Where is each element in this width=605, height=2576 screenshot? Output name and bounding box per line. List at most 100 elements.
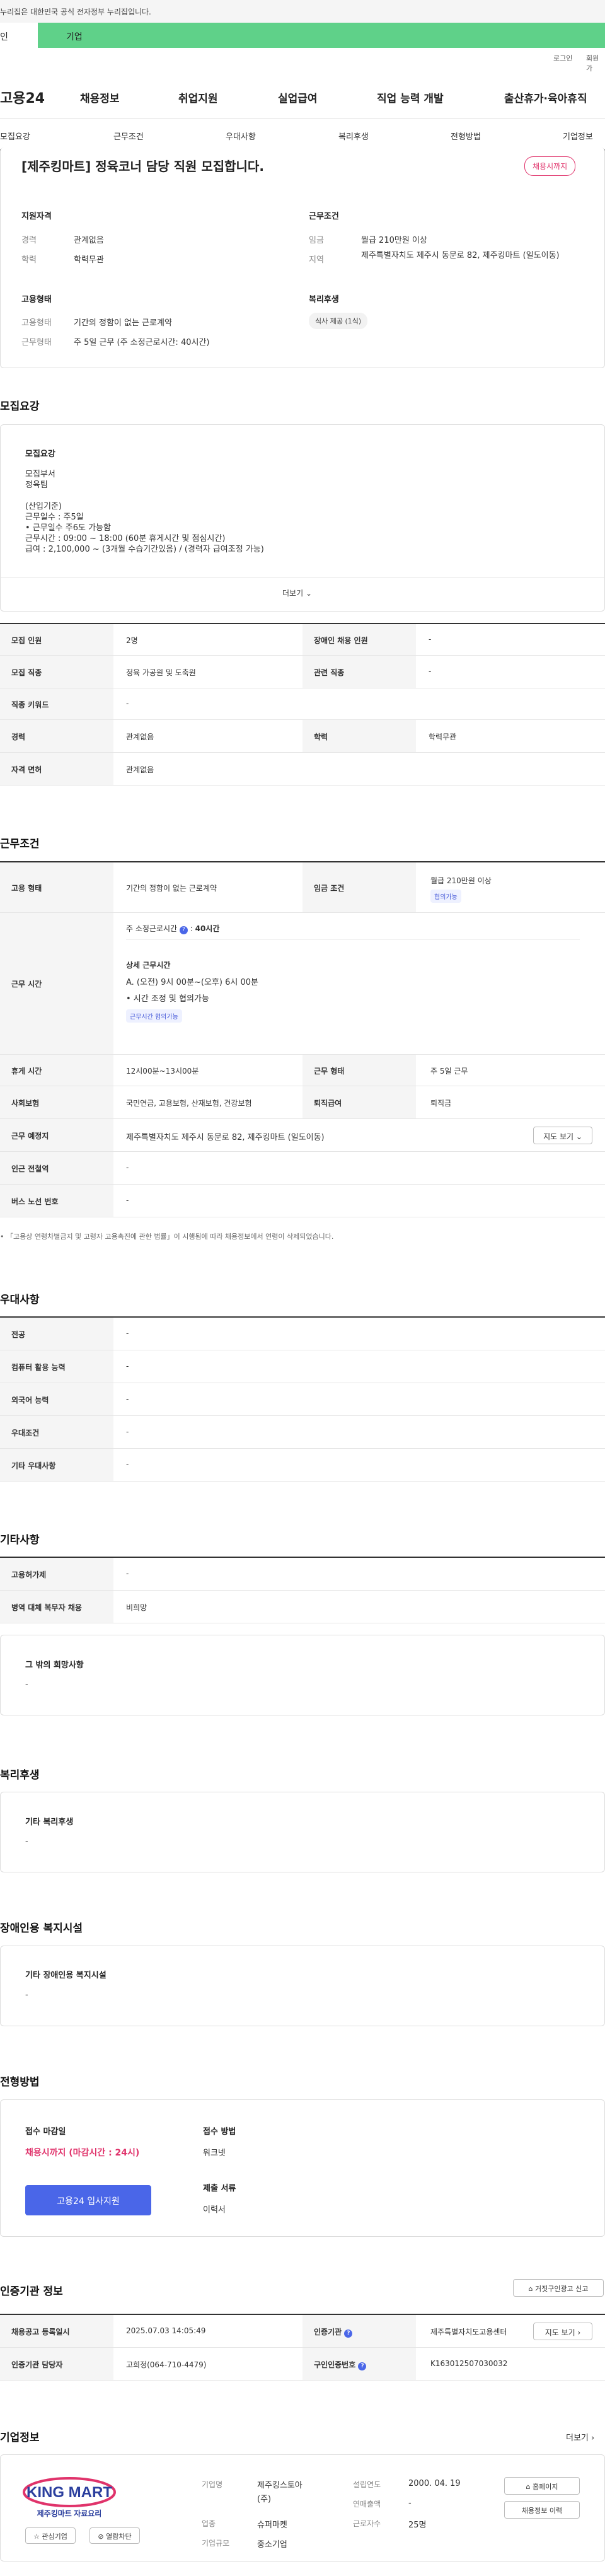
gov-notice-text: 누리집은 대한민국 공식 전자정부 누리집입니다. [0,8,151,16]
cond-heading: 근무조건 [309,212,339,221]
disabled-count-value: - [429,635,432,644]
snb-workcond[interactable]: 근무조건 [113,130,144,142]
chevron-right-icon: › [577,2328,581,2337]
login-link[interactable]: 로그인 [553,53,572,63]
gnb-item-job-info[interactable]: 채용정보 [80,90,120,105]
workplace-value: 제주특별자치도 제주시 동문로 82, 제주킹마트 (일도이동) [126,1133,325,1142]
homepage-button[interactable]: ⌂ 홈페이지 [504,2477,580,2495]
star-icon: ☆ [33,2532,40,2541]
company-more-link[interactable]: 더보기 › [566,2431,594,2443]
emp-form-label: 고용 형태 [0,862,113,912]
workplace-map-button[interactable]: 지도 보기 ⌄ [533,1127,592,1144]
info-icon[interactable]: ? [344,2329,353,2338]
etc-heading: 기타사항 [0,1534,40,1546]
workcond-heading: 근무조건 [0,838,40,850]
job-history-button[interactable]: 채용정보 이력 [504,2501,580,2519]
reg-date-label: 채용공고 등록일시 [0,2315,113,2347]
king-mart-logo-icon: KING MART 제주킹마트 자료요리 [23,2477,116,2518]
related-category-value: - [429,667,432,676]
sales-label: 연매출액 [353,2500,381,2509]
duty-line: 정육팀 [25,480,48,490]
language-label: 외국어 능력 [0,1383,113,1415]
block-company-button[interactable]: ⊘ 열람차단 [89,2527,140,2544]
welfare-chip: 식사 제공 (1식) [309,313,368,329]
edu-value: 학력무관 [74,255,104,265]
method-heading: 접수 방법 [203,2127,236,2137]
info-icon[interactable]: ? [358,2362,367,2370]
recruit-count-value: 2명 [126,636,138,645]
company-heading: 기업정보 [0,2432,40,2444]
related-category-label: 관련 직종 [302,656,416,688]
site-logo[interactable]: 고용24 [0,87,45,107]
pref-cond-value: - [126,1427,129,1436]
gnb-item-employment-support[interactable]: 취업지원 [178,90,218,105]
rest-value: 12시00분~13시00분 [126,1067,199,1076]
welfare-card [0,1792,605,1872]
job-title: [제주킹마트] 정육코너 담당 직원 모집합니다. [21,159,264,174]
home-icon: ⌂ [526,2483,531,2491]
snb-preference[interactable]: 우대사항 [226,130,256,142]
emp-heading: 고용형태 [21,295,52,305]
edu-row-label: 학력 [302,720,416,752]
cert-num-label: 구인인증번호 ? [302,2348,416,2380]
time-detail-line2: • 시간 조정 및 협의가능 [126,994,209,1004]
time-negotiable-chip: 근무시간 협의가능 [126,1009,182,1023]
info-icon[interactable]: ? [179,926,188,934]
duty-more-button[interactable]: 더보기 ⌄ [282,588,312,598]
qual-heading: 지원자격 [21,212,52,221]
pref-heading: 우대사항 [0,1294,40,1306]
report-button[interactable]: ⌂ 거짓구인광고 신고 [513,2279,604,2297]
company-logo: KING MART 제주킹마트 자료요리 [19,2474,120,2520]
snb-screening[interactable]: 전형방법 [451,130,481,142]
duty-more-label: 더보기 [282,589,304,598]
reg-date-value: 2025.07.03 14:05:49 [126,2326,206,2335]
welfare-heading: 복리후생 [309,295,339,305]
workform-label: 근무 형태 [302,1055,416,1086]
keyword-value: - [126,699,129,708]
favorite-company-button[interactable]: ☆ 관심기업 [25,2527,76,2544]
insurance-label: 사회보험 [0,1086,113,1118]
gnb-item-vocational-training[interactable]: 직업 능력 개발 [377,90,444,105]
company-name-value: 제주킹스토아(주) [257,2481,302,2504]
snb-company[interactable]: 기업정보 [563,130,593,142]
career-row-value: 관계없음 [126,733,154,741]
staff-value: 25명 [408,2521,427,2530]
keyword-label: 직종 키워드 [0,688,113,719]
time-divider [126,939,580,940]
chevron-down-icon: ⌄ [305,589,313,598]
snb-recruit[interactable]: 모집요강 [0,130,30,142]
career-value: 관계없음 [74,236,104,245]
duty-line [25,490,264,501]
workform-value: 주 5일 근무 [430,1067,468,1076]
region-label: 지역 [309,255,324,265]
gnb-item-parental-leave[interactable]: 출산휴가·육아휴직 [504,90,587,105]
tab-enterprise-label: 기업 [66,32,83,42]
subway-label: 인근 전철역 [0,1152,113,1184]
disab-box-heading: 기타 장애인용 복지시설 [25,1971,107,1980]
permit-label: 고용허가제 [0,1558,113,1590]
computer-skill-value: - [126,1362,129,1371]
career-row-label: 경력 [0,720,113,752]
join-link[interactable]: 회원가 [586,53,605,73]
logo-sub-text: 제주킹마트 자료요리 [37,2509,102,2518]
duty-line: 근무일수 : 주5일 [25,513,84,522]
apply-button[interactable]: 고용24 입사지원 [25,2185,151,2215]
org-map-button[interactable]: 지도 보기 › [533,2323,592,2340]
tab-individual[interactable]: 인 [0,23,38,48]
block-label: 열람차단 [106,2532,132,2541]
wage-value: 월급 210만원 이상 [361,236,427,245]
snb-welfare[interactable]: 복리후생 [338,130,369,142]
org-label: 인증기관 ? [302,2315,416,2347]
wage-negotiable-chip: 협의가능 [430,890,461,903]
scale-label: 기업규모 [202,2539,230,2548]
docs-heading: 제출 서류 [203,2184,236,2193]
gnb-item-unemployment-benefit[interactable]: 실업급여 [278,90,318,105]
tab-enterprise[interactable]: 기업 [38,23,605,48]
gov-notice-bar: 누리집은 대한민국 공식 전자정부 누리집입니다. [0,0,605,23]
map-button-label: 지도 보기 [543,1132,574,1141]
age-footnote: • 「고용상 연령차별금지 및 고령자 고용촉진에 관한 법률」이 시행됨에 따… [0,1233,334,1241]
chevron-right-icon: › [591,2434,595,2443]
logo-text: KING MART [26,2484,112,2501]
time-detail-line1: A. (오전) 9시 00분~(오후) 6시 00분 [126,978,258,987]
company-name-label: 기업명 [202,2480,223,2489]
